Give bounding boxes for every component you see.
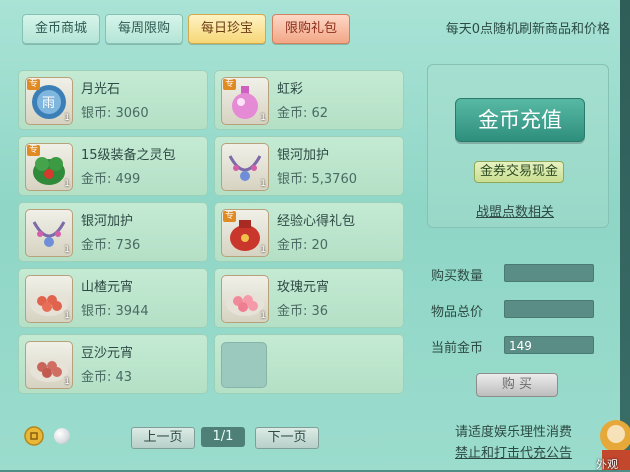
item-price: 金币: 736 [81, 238, 141, 253]
necklace-icon: 1 [221, 143, 269, 191]
shop-item[interactable]: 雨 专 1 月光石 银币: 3060 [18, 70, 208, 130]
next-page-button[interactable]: 下一页 [255, 427, 319, 449]
item-quantity: 1 [260, 179, 266, 189]
svg-text:雨: 雨 [42, 96, 55, 111]
buy-button[interactable]: 购 买 [476, 373, 558, 397]
buy-quantity-label: 购买数量 [431, 269, 484, 284]
item-name: 银河加护 [277, 148, 330, 163]
buy-quantity-field[interactable] [504, 264, 594, 282]
item-name: 月光石 [81, 82, 121, 97]
item-name: 虹彩 [277, 82, 304, 97]
item-quantity: 1 [64, 377, 70, 387]
tab-daily-treasure[interactable]: 每日珍宝 [188, 14, 267, 44]
item-price: 银币: 5,3760 [277, 172, 357, 187]
item-quantity: 1 [260, 311, 266, 321]
shop-item[interactable]: 1 山楂元宵 银币: 3944 [18, 268, 208, 328]
moonstone-icon: 雨 专 1 [25, 77, 73, 125]
item-price: 金币: 36 [277, 304, 329, 319]
alliance-points-link[interactable]: 战盟点数相关 [476, 201, 554, 220]
item-quantity: 1 [64, 113, 70, 123]
empty-slot-icon [221, 342, 267, 388]
exclusive-tag: 专 [223, 211, 237, 222]
exchange-button[interactable]: 金券交易现金 [474, 161, 564, 183]
shop-item[interactable]: 专 1 15级装备之灵包 金币: 499 [18, 136, 208, 196]
moderation-notice: 请适度娱乐理性消费 [455, 425, 573, 440]
total-price-field [504, 300, 594, 318]
shop-item[interactable]: 专 1 经验心得礼包 金币: 20 [214, 202, 404, 262]
item-price: 银币: 3944 [81, 304, 149, 319]
exclusive-tag: 专 [27, 79, 41, 90]
tab-gold-mall[interactable]: 金币商城 [22, 14, 101, 44]
shop-item[interactable]: 专 1 虹彩 金币: 62 [214, 70, 404, 130]
exclusive-tag: 专 [27, 145, 41, 156]
item-name: 豆沙元宵 [81, 346, 134, 361]
shop-item[interactable]: 1 银河加护 金币: 736 [18, 202, 208, 262]
current-gold-label: 当前金币 [431, 341, 484, 356]
item-price: 金币: 62 [277, 106, 329, 121]
item-name: 玫瑰元宵 [277, 280, 330, 295]
item-name: 15级装备之灵包 [81, 148, 176, 163]
exclusive-tag: 专 [223, 79, 237, 90]
item-price: 金币: 43 [81, 370, 133, 385]
item-price: 金币: 20 [277, 238, 329, 253]
item-price: 银币: 3060 [81, 106, 149, 121]
dumpling-plate-icon: 1 [221, 275, 269, 323]
item-quantity: 1 [64, 179, 70, 189]
shop-item[interactable]: 1 豆沙元宵 金币: 43 [18, 334, 208, 394]
coin-icon[interactable] [24, 426, 44, 446]
shop-item[interactable]: 1 玫瑰元宵 金币: 36 [214, 268, 404, 328]
refresh-notice: 每天0点随机刷新商品和价格 [445, 22, 610, 37]
tab-weekly-limit[interactable]: 每周限购 [105, 14, 184, 44]
total-price-label: 物品总价 [431, 305, 484, 320]
item-name: 山楂元宵 [81, 280, 134, 295]
gift-pouch-icon: 专 1 [221, 209, 269, 257]
item-quantity: 1 [64, 311, 70, 321]
dumpling-plate-icon: 1 [25, 275, 73, 323]
prev-page-button[interactable]: 上一页 [131, 427, 195, 449]
tab-limited-gift[interactable]: 限购礼包 [272, 14, 351, 44]
potion-icon: 专 1 [221, 77, 269, 125]
item-price: 金币: 499 [81, 172, 141, 187]
item-quantity: 1 [64, 245, 70, 255]
pearl-icon[interactable] [54, 428, 70, 444]
window-edge [620, 0, 630, 470]
item-name: 经验心得礼包 [277, 214, 356, 229]
recharge-button[interactable]: 金币充值 [455, 98, 585, 142]
item-name: 银河加护 [81, 214, 134, 229]
equipment-bag-icon: 专 1 [25, 143, 73, 191]
item-quantity: 1 [260, 113, 266, 123]
page-indicator: 1/1 [201, 427, 245, 447]
item-quantity: 1 [260, 245, 266, 255]
shop-item[interactable]: 1 银河加护 银币: 5,3760 [214, 136, 404, 196]
current-gold-field: 149 [504, 336, 594, 354]
anti-proxy-notice-link[interactable]: 禁止和打击代充公告 [455, 442, 572, 461]
necklace-icon: 1 [25, 209, 73, 257]
dumpling-plate-icon: 1 [25, 341, 73, 389]
